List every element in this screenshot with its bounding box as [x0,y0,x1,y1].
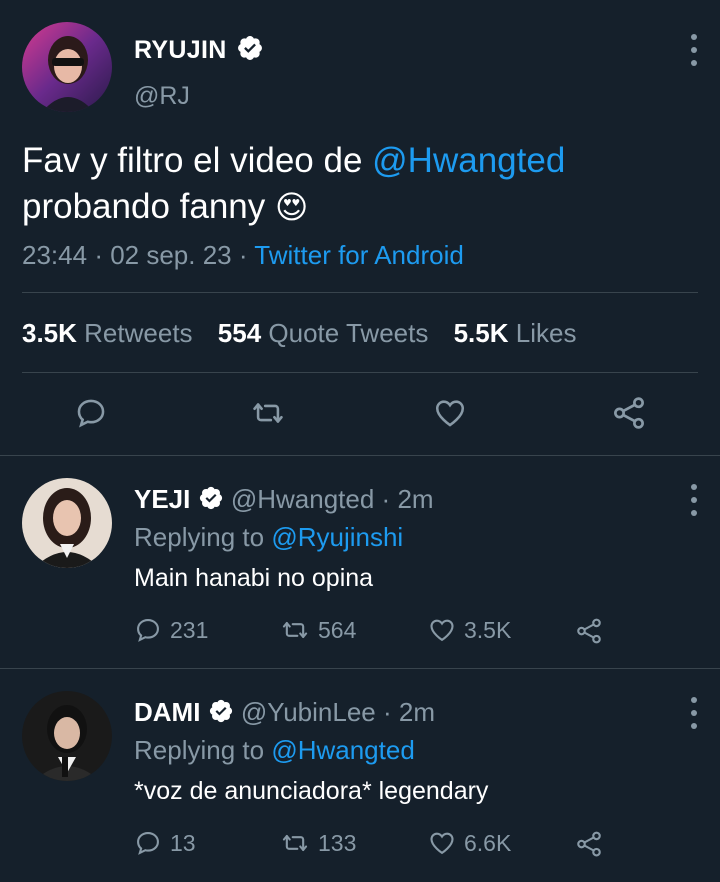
like-icon[interactable] [432,396,468,430]
retweets-label: Retweets [84,318,193,348]
like-count: 3.5K [464,616,512,643]
retweet-count: 564 [318,616,357,643]
likes-stat[interactable]: 5.5K Likes [454,318,577,348]
reply-author-name[interactable]: YEJI [134,484,190,514]
retweet-icon [282,621,308,639]
replying-to-link[interactable]: @Hwangted [271,735,414,765]
mention-link[interactable]: @Hwangted [372,141,565,180]
tweet-text: Fav y filtro el video de @Hwangted proba… [22,138,702,230]
divider [0,668,720,669]
author-name[interactable]: RYUJIN [134,36,264,65]
reply-header: DAMI @YubinLee · 2m [134,697,435,727]
quotes-count: 554 [217,318,262,348]
reply-share-button[interactable] [574,829,604,859]
tweet-time: 23:44 [22,240,88,270]
share-icon [577,831,601,857]
quotes-stat[interactable]: 554 Quote Tweets [218,318,429,348]
author-handle[interactable]: @RJ [134,82,190,111]
reply-icon[interactable] [74,396,108,430]
verified-badge-icon [199,487,222,510]
share-icon[interactable] [610,394,648,432]
quotes-label: Quote Tweets [268,318,429,348]
reply-header: YEJI @Hwangted · 2m [134,484,434,514]
replying-to-label: Replying to [134,735,265,765]
retweet-icon [282,834,308,852]
reply-comment-button[interactable]: 13 [134,829,196,857]
reply-action-bar: 13 133 6.6K [134,829,614,859]
reply-text: *voz de anunciadora* legendary [134,777,489,805]
reply-share-button[interactable] [574,616,604,646]
more-options-icon[interactable] [684,484,704,516]
replying-to-label: Replying to [134,522,265,552]
comment-count: 13 [170,829,196,856]
reply-retweet-button[interactable]: 564 [280,616,356,644]
verified-badge-icon [209,700,232,723]
retweet-icon[interactable] [250,396,286,430]
retweets-stat[interactable]: 3.5K Retweets [22,318,193,348]
verified-badge-icon [237,36,262,61]
heart-eyes-emoji: 😍 [275,189,309,225]
like-icon [430,832,454,855]
replying-to: Replying to @Ryujinshi [134,522,403,553]
more-options-icon[interactable] [684,34,704,66]
reply-time[interactable]: 2m [399,697,435,727]
reply-icon [137,832,159,855]
author-name-text[interactable]: RYUJIN [134,36,227,64]
like-icon [430,619,454,642]
reply-icon [137,619,159,642]
tweet-text-line2: probando fanny [22,187,266,226]
retweets-count: 3.5K [22,318,77,348]
replying-to: Replying to @Hwangted [134,735,415,766]
avatar-yeji[interactable] [22,478,112,568]
like-count: 6.6K [464,829,512,856]
reply-author-handle[interactable]: @Hwangted [231,484,374,514]
likes-count: 5.5K [453,318,509,348]
reply-like-button[interactable]: 3.5K [428,616,511,644]
reply-author-handle[interactable]: @YubinLee [241,697,376,727]
reply-like-button[interactable]: 6.6K [428,829,511,857]
more-options-icon[interactable] [684,697,704,729]
reply-text: Main hanabi no opina [134,564,374,592]
reply-comment-button[interactable]: 231 [134,616,208,644]
reply-author-name[interactable]: DAMI [134,697,200,727]
tweet-source-link[interactable]: Twitter for Android [254,240,464,270]
tweet-meta: 23:44 · 02 sep. 23 · Twitter for Android [22,240,464,270]
reply-time[interactable]: 2m [397,484,433,514]
avatar-ryujin[interactable] [22,22,112,112]
retweet-count: 133 [318,829,357,856]
reply-retweet-button[interactable]: 133 [280,829,356,857]
comment-count: 231 [170,616,209,643]
tweet-text-part: Fav y filtro el video de [22,141,373,180]
tweet-date: 02 sep. 23 [110,240,232,270]
avatar-dami[interactable] [22,691,112,781]
divider [22,292,698,293]
likes-label: Likes [515,318,577,348]
share-icon [577,618,601,644]
divider [22,372,698,373]
divider [0,455,720,456]
tweet-stats: 3.5K Retweets 554 Quote Tweets 5.5K Like… [22,318,594,349]
reply-action-bar: 231 564 3.5K [134,616,614,646]
replying-to-link[interactable]: @Ryujinshi [271,522,403,552]
